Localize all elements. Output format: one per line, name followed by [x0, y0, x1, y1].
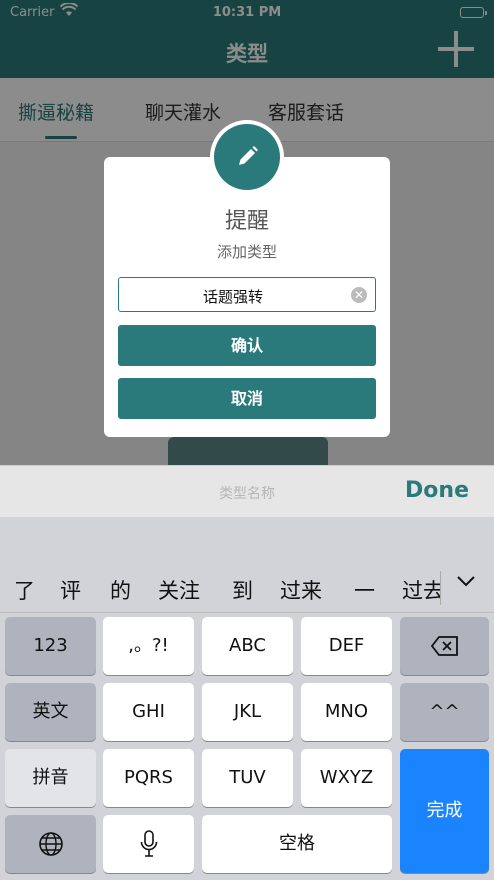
- divider: [440, 571, 441, 605]
- clear-icon[interactable]: ✕: [351, 287, 367, 303]
- key-done[interactable]: 完成: [400, 749, 489, 873]
- type-name-input[interactable]: 话题强转 ✕: [118, 277, 376, 312]
- done-button[interactable]: Done: [405, 478, 469, 503]
- candidate-word[interactable]: 过来: [280, 575, 322, 605]
- candidate-word[interactable]: 到: [232, 575, 253, 605]
- keyboard: 了 评 的 关注 到 过来 一 过去 123 ,。?! ABC DEF 英文 G…: [0, 517, 494, 880]
- alert-badge: [210, 120, 284, 194]
- alert-dialog: 提醒 添加类型 话题强转 ✕ 确认 取消: [104, 157, 390, 437]
- candidate-word[interactable]: 一: [354, 575, 375, 605]
- app-screen: Carrier 10:31 PM 类型 撕逼秘籍 聊天灌水 客服套话 提醒 添加…: [0, 0, 494, 465]
- key-ghi[interactable]: GHI: [103, 683, 194, 741]
- cancel-button[interactable]: 取消: [118, 378, 376, 419]
- candidate-word[interactable]: 关注: [158, 575, 200, 605]
- candidate-word[interactable]: 过去: [402, 575, 440, 605]
- alert-title: 提醒: [224, 209, 269, 234]
- key-jkl[interactable]: JKL: [202, 683, 293, 741]
- key-pinyin[interactable]: 拼音: [5, 749, 96, 807]
- key-tuv[interactable]: TUV: [202, 749, 293, 807]
- key-wxyz[interactable]: WXYZ: [301, 749, 392, 807]
- key-emoticon[interactable]: ^^: [400, 683, 489, 741]
- key-123[interactable]: 123: [5, 617, 96, 675]
- candidate-bar: 了 评 的 关注 到 过来 一 过去: [0, 555, 494, 613]
- key-english[interactable]: 英文: [5, 683, 96, 741]
- chevron-down-icon[interactable]: [456, 569, 476, 594]
- key-space[interactable]: 空格: [202, 815, 392, 873]
- globe-icon[interactable]: [5, 815, 96, 873]
- input-value: 话题强转: [202, 288, 263, 306]
- key-abc[interactable]: ABC: [202, 617, 293, 675]
- pencil-icon: [214, 124, 280, 190]
- candidate-word[interactable]: 了: [14, 575, 35, 605]
- key-punctuation[interactable]: ,。?!: [103, 617, 194, 675]
- key-mno[interactable]: MNO: [301, 683, 392, 741]
- key-pqrs[interactable]: PQRS: [103, 749, 194, 807]
- keyboard-toolbar: 类型名称 Done: [0, 465, 494, 517]
- microphone-icon[interactable]: [103, 815, 194, 873]
- backspace-icon[interactable]: [400, 617, 489, 675]
- candidate-word[interactable]: 的: [110, 575, 131, 605]
- alert-message: 添加类型: [216, 243, 277, 261]
- key-def[interactable]: DEF: [301, 617, 392, 675]
- confirm-button[interactable]: 确认: [118, 325, 376, 366]
- candidate-word[interactable]: 评: [60, 575, 81, 605]
